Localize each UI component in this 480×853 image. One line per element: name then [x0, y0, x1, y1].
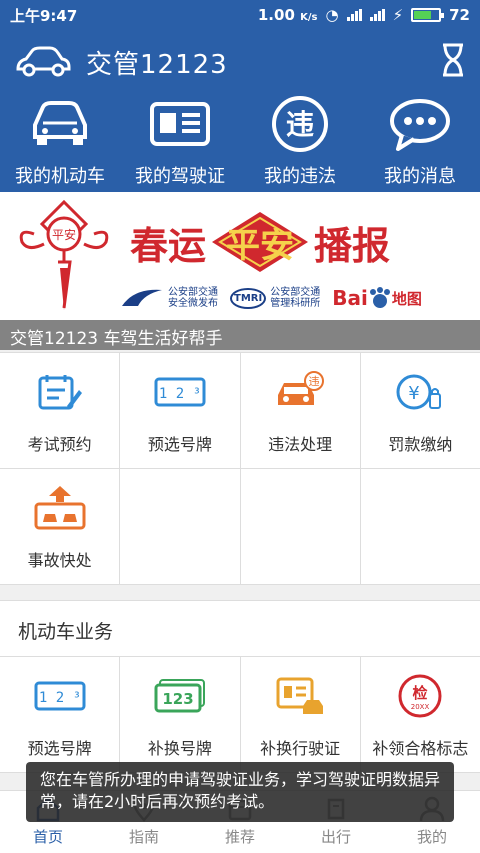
status-bar: 上午9:47 1.00 K/s ◔ ⚡ 72	[0, 0, 480, 30]
banner-word-center: 平安	[226, 225, 295, 266]
banner-diamond: 平安	[210, 210, 310, 274]
tab-label: 指南	[128, 828, 159, 846]
baidu-map-text: 地图	[391, 289, 422, 308]
nav-my-violation[interactable]: 违 我的违法	[240, 94, 360, 192]
plate-replace-icon-text: 123	[162, 690, 193, 708]
service-fine-payment[interactable]: ¥ 罚款缴纳	[360, 353, 480, 468]
services-grid: 考试预约 1 2 ³ 预选号牌 违 违法处理 ¥ 罚款缴纳 事故快处	[0, 352, 480, 585]
tab-label: 我的	[416, 828, 447, 846]
inspection-mark-icon: 检 20XX	[397, 671, 443, 721]
vehicle-label: 补领合格标志	[372, 738, 469, 758]
banner-word-left: 春运	[130, 222, 207, 268]
tmri-logo-text: TMRI	[230, 287, 267, 309]
charging-icon: ⚡	[392, 6, 404, 24]
top-nav: 我的机动车 我的驾驶证 违 我的违法 我的消息	[0, 94, 480, 192]
service-label: 预选号牌	[147, 434, 212, 454]
driving-permit-icon	[275, 671, 325, 721]
banner-tagline: 交管12123 车驾生活好帮手	[0, 320, 480, 350]
service-label: 罚款缴纳	[388, 434, 453, 454]
plate-select-icon: 1 2 ³	[34, 671, 86, 721]
status-indicators: 1.00 K/s ◔ ⚡ 72	[258, 6, 470, 24]
vehicle-plate-replace[interactable]: 123 补换号牌	[120, 657, 240, 772]
battery-icon	[411, 8, 445, 22]
service-label: 考试预约	[27, 434, 92, 454]
accident-icon	[33, 483, 87, 533]
fine-payment-icon: ¥	[394, 367, 446, 417]
signal-icon-2	[369, 9, 385, 21]
mps-logo-icon	[122, 289, 162, 306]
sponsor-mps-text: 公安部交通 安全微发布	[168, 287, 218, 309]
service-accident[interactable]: 事故快处	[0, 469, 120, 584]
network-speed-unit: K/s	[300, 12, 318, 23]
nav-label: 我的违法	[264, 166, 336, 187]
service-label: 事故快处	[27, 550, 92, 570]
plate-select-icon: 1 2 ³	[154, 367, 206, 417]
chinese-knot-icon: 平安	[14, 198, 114, 322]
plate-icon-text: 1 2 ³	[159, 386, 201, 402]
battery-percent: 72	[449, 6, 470, 24]
grid-empty-cell	[360, 469, 480, 584]
service-exam-booking[interactable]: 考试预约	[0, 353, 120, 468]
baidu-paw-icon	[369, 287, 390, 308]
sponsor-tmri-text: 公安部交通 管理科研所	[270, 287, 321, 309]
sync-icon: ◔	[325, 6, 339, 24]
network-speed-value: 1.00	[257, 6, 295, 24]
service-plate-select[interactable]: 1 2 ³ 预选号牌	[120, 353, 240, 468]
tab-label: 推荐	[224, 828, 255, 846]
vehicle-label: 预选号牌	[27, 738, 92, 758]
inspection-icon-subtext: 20XX	[411, 703, 430, 711]
hourglass-icon[interactable]	[440, 43, 466, 81]
sponsor-tmri-logo: TMRI 公安部交通 管理科研所	[230, 287, 320, 309]
nav-my-license[interactable]: 我的驾驶证	[120, 94, 240, 192]
violation-icon: 违	[270, 94, 330, 154]
network-speed: 1.00 K/s	[258, 6, 318, 24]
vehicle-section-title: 机动车业务	[0, 600, 480, 656]
sponsor-baidu-logo: Bai 地图	[332, 286, 422, 310]
nav-my-messages[interactable]: 我的消息	[360, 94, 480, 192]
message-icon	[388, 94, 452, 154]
plate-replace-icon: 123	[154, 671, 206, 721]
vehicle-services-grid: 1 2 ³ 预选号牌 123 补换号牌 补换行驶证 检 20XX 补领合格标志	[0, 656, 480, 773]
nav-my-vehicle[interactable]: 我的机动车	[0, 94, 120, 192]
toast-message: 您在车管所办理的申请驾驶证业务，学习驾驶证明数据异常，请在2小时后再次预约考试。	[26, 762, 454, 822]
fine-icon-text: ¥	[409, 383, 420, 404]
car-logo-icon	[14, 43, 72, 81]
inspection-icon-text: 检	[413, 684, 428, 702]
vehicle-label: 补换号牌	[147, 738, 212, 758]
tab-label: 出行	[320, 828, 351, 846]
signal-icon	[346, 9, 362, 21]
knot-text: 平安	[52, 227, 76, 242]
plate-icon-text: 1 2 ³	[39, 690, 81, 706]
grid-empty-cell	[120, 469, 240, 584]
violation-icon-text: 违	[286, 108, 314, 141]
car-icon	[27, 94, 93, 154]
license-card-icon	[149, 94, 211, 154]
promo-banner[interactable]: 平安 春运 平安 播报 公安部交通 安全微发布 TMRI 公安部交通 管理科研所…	[0, 192, 480, 350]
app-header: 交管12123 我的机动车 我的驾驶证 违 我的违法 我的消息	[0, 30, 480, 192]
service-label: 违法处理	[268, 434, 333, 454]
service-violation-handle[interactable]: 违 违法处理	[240, 353, 360, 468]
nav-label: 我的机动车	[15, 166, 105, 187]
banner-sponsors: 公安部交通 安全微发布 TMRI 公安部交通 管理科研所 Bai 地图	[120, 286, 422, 310]
exam-booking-icon	[37, 367, 83, 417]
banner-headline: 春运 平安 播报	[130, 210, 390, 274]
violation-handle-icon: 违	[274, 367, 326, 417]
vehicle-label: 补换行驶证	[260, 738, 341, 758]
status-time: 上午9:47	[10, 6, 78, 25]
sponsor-mps-logo: 公安部交通 安全微发布	[120, 286, 218, 310]
nav-label: 我的消息	[384, 166, 456, 187]
title-bar: 交管12123	[0, 30, 480, 94]
baidu-text: Bai	[332, 286, 368, 310]
vehicle-permit-replace[interactable]: 补换行驶证	[240, 657, 360, 772]
app-title: 交管12123	[86, 49, 228, 80]
violation-handle-icon-text: 违	[309, 375, 320, 388]
banner-word-right: 播报	[314, 222, 391, 268]
grid-empty-cell	[240, 469, 360, 584]
vehicle-inspection-mark[interactable]: 检 20XX 补领合格标志	[360, 657, 480, 772]
vehicle-plate-select[interactable]: 1 2 ³ 预选号牌	[0, 657, 120, 772]
nav-label: 我的驾驶证	[135, 166, 225, 187]
tab-label: 首页	[32, 828, 63, 846]
